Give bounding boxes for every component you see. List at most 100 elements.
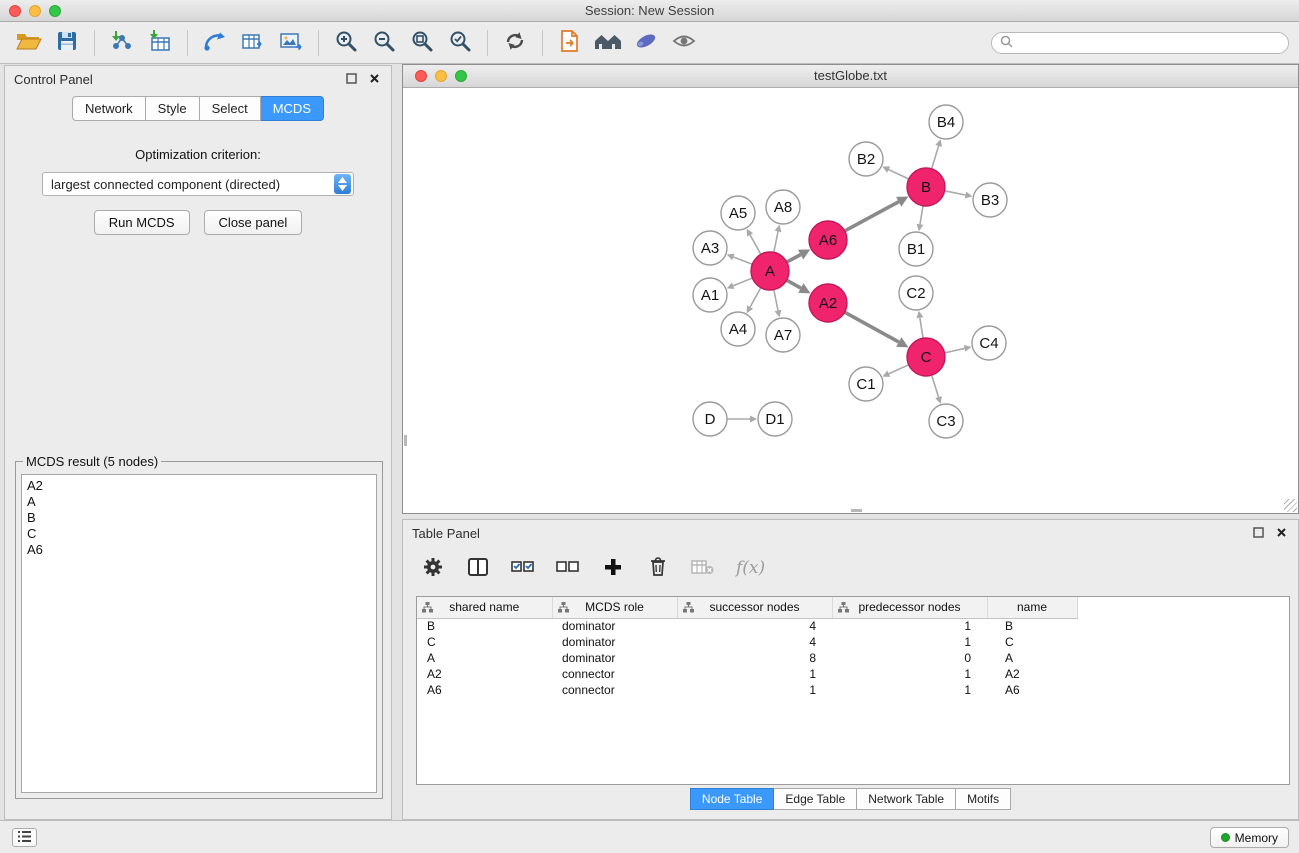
edge-A2-C[interactable] bbox=[845, 312, 899, 342]
graph-node-A2[interactable]: A2 bbox=[809, 284, 847, 322]
criterion-dropdown[interactable]: largest connected component (directed) bbox=[42, 172, 354, 196]
table-cell[interactable]: dominator bbox=[552, 650, 677, 666]
graph-node-B2[interactable]: B2 bbox=[849, 142, 883, 176]
table-row[interactable]: Bdominator41B bbox=[417, 618, 1077, 634]
zoom-selected-button[interactable] bbox=[441, 26, 479, 60]
float-panel-button[interactable] bbox=[343, 71, 359, 87]
table-cell[interactable]: C bbox=[417, 634, 552, 650]
function-builder-button[interactable]: f(x) bbox=[736, 555, 765, 581]
export-network-button[interactable] bbox=[196, 26, 234, 60]
tab-network[interactable]: Network bbox=[72, 96, 146, 121]
refresh-button[interactable] bbox=[496, 26, 534, 60]
open-session-file-button[interactable] bbox=[551, 26, 589, 60]
window-resize-grip[interactable] bbox=[1284, 499, 1297, 512]
export-table-button[interactable] bbox=[234, 26, 272, 60]
graph-node-B3[interactable]: B3 bbox=[973, 183, 1007, 217]
search-box[interactable] bbox=[991, 32, 1289, 54]
zoom-in-button[interactable] bbox=[327, 26, 365, 60]
graph-node-D[interactable]: D bbox=[693, 402, 727, 436]
edge-C-C3[interactable] bbox=[932, 375, 939, 397]
column-header-successor-nodes[interactable]: successor nodes bbox=[677, 597, 832, 618]
edge-B-B4[interactable] bbox=[932, 146, 939, 169]
graph-node-A8[interactable]: A8 bbox=[766, 190, 800, 224]
table-cell[interactable]: 1 bbox=[677, 666, 832, 682]
export-image-button[interactable] bbox=[272, 26, 310, 60]
open-session-button[interactable] bbox=[10, 26, 48, 60]
home-button[interactable] bbox=[589, 26, 627, 60]
minimize-network-window-button[interactable] bbox=[435, 70, 447, 82]
close-panel-action-button[interactable]: Close panel bbox=[204, 210, 303, 235]
tab-motifs[interactable]: Motifs bbox=[956, 788, 1011, 810]
table-cell[interactable]: dominator bbox=[552, 618, 677, 634]
tab-node-table[interactable]: Node Table bbox=[690, 788, 775, 810]
graph-node-A7[interactable]: A7 bbox=[766, 318, 800, 352]
edge-A-A4[interactable] bbox=[750, 288, 761, 307]
import-table-from-file-button[interactable] bbox=[141, 26, 179, 60]
show-graphics-details-button[interactable] bbox=[665, 26, 703, 60]
table-cell[interactable]: A2 bbox=[417, 666, 552, 682]
float-table-panel-button[interactable] bbox=[1250, 525, 1266, 541]
edge-A-A1[interactable] bbox=[733, 278, 752, 286]
delete-table-button[interactable] bbox=[691, 555, 715, 581]
edge-C-C4[interactable] bbox=[945, 348, 965, 352]
network-canvas[interactable]: B4B2BB3A8A5A6A3B1AC2A1A2A4A7C4CC1DD1C3 bbox=[403, 89, 1298, 513]
edge-C-C1[interactable] bbox=[889, 365, 909, 374]
graph-node-C4[interactable]: C4 bbox=[972, 326, 1006, 360]
close-panel-button[interactable] bbox=[366, 71, 382, 87]
mcds-result-list[interactable]: A2ABCA6 bbox=[21, 474, 377, 793]
column-header-predecessor-nodes[interactable]: predecessor nodes bbox=[832, 597, 987, 618]
network-graph[interactable]: B4B2BB3A8A5A6A3B1AC2A1A2A4A7C4CC1DD1C3 bbox=[403, 89, 1298, 514]
table-cell[interactable]: C bbox=[987, 634, 1077, 650]
search-input[interactable] bbox=[1017, 36, 1280, 50]
import-network-from-file-button[interactable] bbox=[103, 26, 141, 60]
graph-node-C3[interactable]: C3 bbox=[929, 404, 963, 438]
mcds-result-item[interactable]: A6 bbox=[27, 542, 371, 558]
table-row[interactable]: Cdominator41C bbox=[417, 634, 1077, 650]
delete-column-button[interactable] bbox=[646, 555, 670, 581]
edge-A-A8[interactable] bbox=[774, 231, 778, 252]
vertical-scrollbar[interactable] bbox=[404, 435, 407, 446]
tab-network-table[interactable]: Network Table bbox=[857, 788, 956, 810]
table-cell[interactable]: A bbox=[987, 650, 1077, 666]
table-cell[interactable]: 8 bbox=[677, 650, 832, 666]
edge-B-B2[interactable] bbox=[889, 170, 909, 179]
table-settings-button[interactable] bbox=[421, 555, 445, 581]
minimize-window-button[interactable] bbox=[29, 5, 41, 17]
mcds-result-item[interactable]: B bbox=[27, 510, 371, 526]
table-cell[interactable]: 4 bbox=[677, 618, 832, 634]
graph-node-C[interactable]: C bbox=[907, 338, 945, 376]
edge-B-B3[interactable] bbox=[945, 191, 966, 195]
table-cell[interactable]: connector bbox=[552, 666, 677, 682]
zoom-fit-content-button[interactable] bbox=[403, 26, 441, 60]
table-cell[interactable]: 1 bbox=[832, 618, 987, 634]
horizontal-scrollbar[interactable] bbox=[851, 509, 862, 512]
edge-A6-B[interactable] bbox=[845, 202, 899, 231]
table-cell[interactable]: A2 bbox=[987, 666, 1077, 682]
zoom-out-button[interactable] bbox=[365, 26, 403, 60]
tab-select[interactable]: Select bbox=[200, 96, 261, 121]
graph-node-A1[interactable]: A1 bbox=[693, 278, 727, 312]
mcds-result-item[interactable]: A bbox=[27, 494, 371, 510]
graph-node-B4[interactable]: B4 bbox=[929, 105, 963, 139]
edge-A-A7[interactable] bbox=[774, 290, 778, 311]
edge-A-A2[interactable] bbox=[787, 280, 801, 288]
unselect-all-button[interactable] bbox=[556, 555, 580, 581]
column-header-shared-name[interactable]: shared name bbox=[417, 597, 552, 618]
graph-node-B1[interactable]: B1 bbox=[899, 232, 933, 266]
table-cell[interactable]: A6 bbox=[417, 682, 552, 698]
close-window-button[interactable] bbox=[9, 5, 21, 17]
graph-node-A[interactable]: A bbox=[751, 252, 789, 290]
graph-node-B[interactable]: B bbox=[907, 168, 945, 206]
mcds-result-item[interactable]: C bbox=[27, 526, 371, 542]
graph-node-C1[interactable]: C1 bbox=[849, 367, 883, 401]
table-cell[interactable]: 1 bbox=[832, 634, 987, 650]
table-cell[interactable]: 1 bbox=[677, 682, 832, 698]
table-cell[interactable]: B bbox=[417, 618, 552, 634]
table-cell[interactable]: 1 bbox=[832, 666, 987, 682]
close-table-panel-button[interactable] bbox=[1273, 525, 1289, 541]
task-history-button[interactable] bbox=[12, 828, 37, 847]
memory-button[interactable]: Memory bbox=[1210, 827, 1289, 848]
graph-node-D1[interactable]: D1 bbox=[758, 402, 792, 436]
table-cell[interactable]: A bbox=[417, 650, 552, 666]
table-cell[interactable]: 0 bbox=[832, 650, 987, 666]
